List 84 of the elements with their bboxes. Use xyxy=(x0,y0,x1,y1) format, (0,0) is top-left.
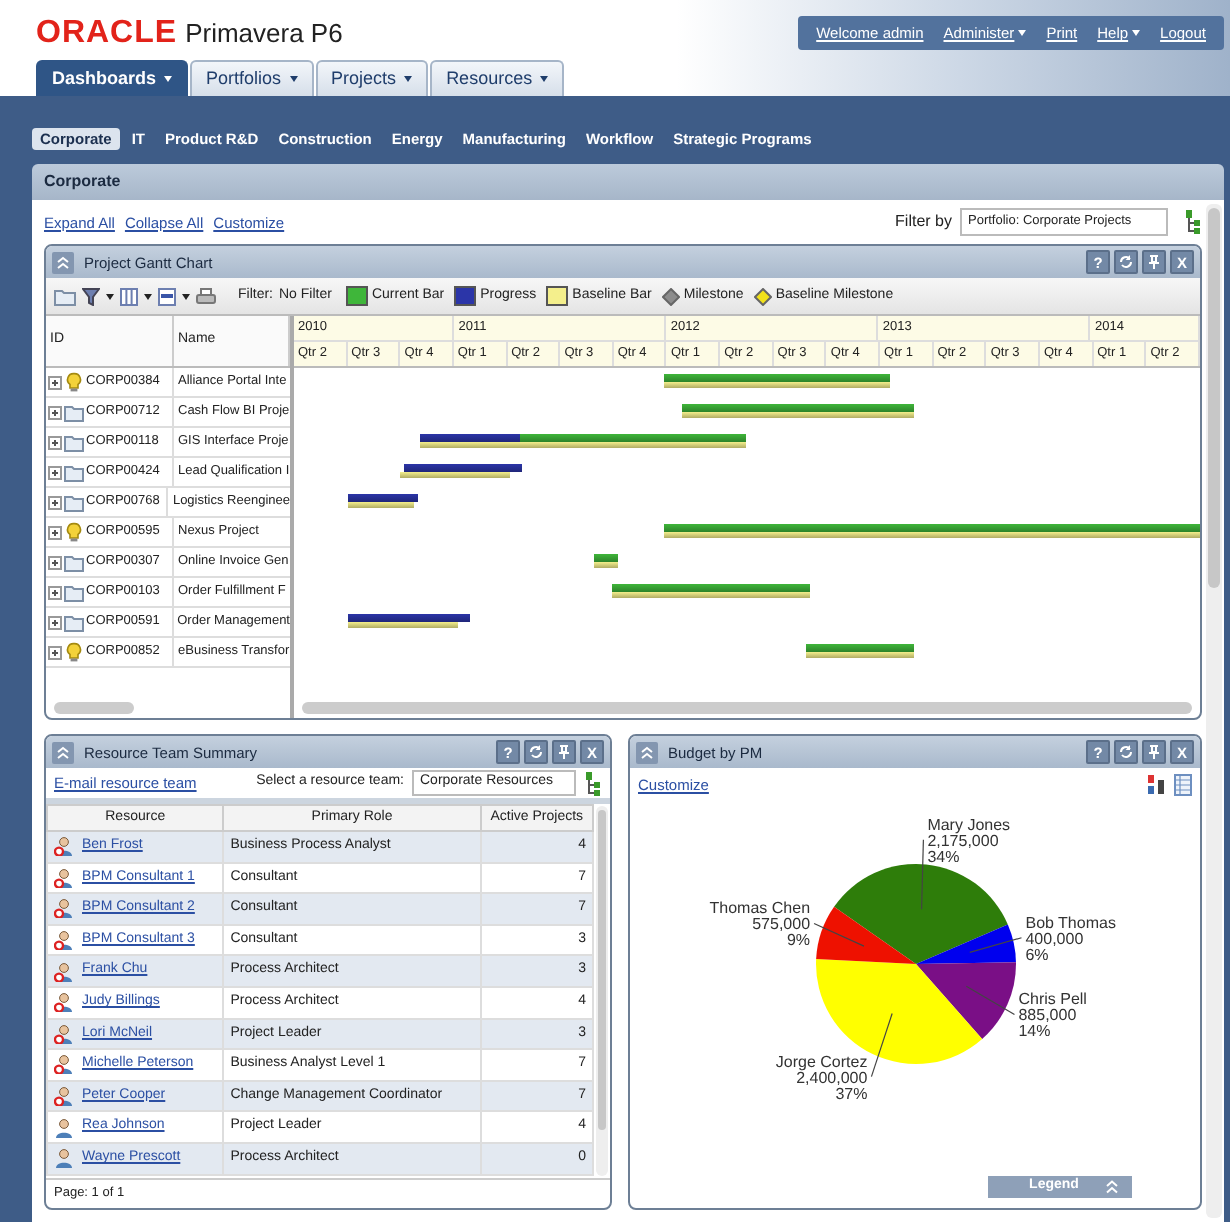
leader-line xyxy=(969,937,1023,954)
person-alert-icon xyxy=(54,898,74,919)
refresh-button[interactable] xyxy=(524,740,548,764)
collapse-icon[interactable] xyxy=(52,741,74,763)
nav-tab[interactable]: Projects xyxy=(315,60,429,97)
data-label: Bob Thomas 400,000 6% xyxy=(1025,913,1116,964)
baseline-bar xyxy=(400,472,511,478)
person-alert-icon xyxy=(54,961,74,982)
nav-tab[interactable]: Dashboards xyxy=(36,60,189,97)
refresh-icon xyxy=(528,744,544,760)
expand-icon[interactable] xyxy=(48,465,62,479)
scrollbar[interactable] xyxy=(1206,204,1222,1218)
person-icon xyxy=(54,1148,74,1169)
pin-button[interactable] xyxy=(1142,250,1166,274)
bars-icon[interactable] xyxy=(158,287,176,305)
filter-icon[interactable] xyxy=(82,287,100,305)
baseline-bar xyxy=(593,562,619,568)
expand-icon[interactable] xyxy=(48,495,62,509)
leader-line xyxy=(870,1012,893,1078)
expand-icon[interactable] xyxy=(48,585,62,599)
caret-icon[interactable] xyxy=(144,293,152,299)
bulb-icon xyxy=(64,642,84,662)
refresh-icon xyxy=(1118,744,1134,760)
pin-icon xyxy=(556,744,572,760)
leader-line xyxy=(965,985,1016,1016)
baseline-bar xyxy=(347,502,415,508)
legend-swatch xyxy=(546,286,569,306)
pin-button[interactable] xyxy=(1142,740,1166,764)
diamond-icon xyxy=(753,287,772,305)
expand-icon[interactable] xyxy=(48,615,62,629)
pin-icon xyxy=(1146,744,1162,760)
leader-line xyxy=(813,922,865,947)
person-alert-icon xyxy=(54,930,74,951)
legend-swatch xyxy=(345,286,368,306)
chart-icon[interactable] xyxy=(1146,774,1166,796)
nav-tab[interactable]: Portfolios xyxy=(190,60,314,97)
hierarchy-icon[interactable] xyxy=(584,771,602,795)
data-label: Thomas Chen 575,000 9% xyxy=(709,899,811,950)
baseline-bar xyxy=(805,652,915,658)
columns-icon[interactable] xyxy=(120,287,138,305)
expand-up-icon xyxy=(1106,1180,1119,1194)
current-bar xyxy=(805,644,915,652)
data-label: Chris Pell 885,000 14% xyxy=(1018,990,1087,1041)
product-name: Primavera P6 xyxy=(185,18,343,50)
expand-icon[interactable] xyxy=(48,405,62,419)
filter-label: Filter by xyxy=(895,212,952,232)
person-alert-icon xyxy=(54,1086,74,1107)
caret-icon[interactable] xyxy=(106,293,114,299)
leader-line xyxy=(921,839,924,910)
hierarchy-icon[interactable] xyxy=(1184,210,1202,234)
data-label: Jorge Cortez 2,400,000 37% xyxy=(775,1052,868,1103)
collapse-icon[interactable] xyxy=(52,251,74,273)
refresh-icon xyxy=(1118,254,1134,270)
diamond-icon xyxy=(661,287,680,305)
person-alert-icon xyxy=(54,1023,74,1044)
expand-icon[interactable] xyxy=(48,645,62,659)
person-alert-icon xyxy=(54,992,74,1013)
scrollbar[interactable] xyxy=(302,701,1192,713)
refresh-button[interactable] xyxy=(1114,740,1138,764)
scrollbar[interactable] xyxy=(54,701,134,713)
current-bar xyxy=(593,554,619,562)
baseline-bar xyxy=(347,622,458,628)
logo-text: ORACLE xyxy=(36,14,178,53)
person-alert-icon xyxy=(54,836,74,857)
pin-icon xyxy=(1146,254,1162,270)
refresh-button[interactable] xyxy=(1114,250,1138,274)
expand-icon[interactable] xyxy=(48,435,62,449)
bulb-icon xyxy=(64,522,84,542)
bulb-icon xyxy=(64,372,84,392)
person-alert-icon xyxy=(54,1054,74,1075)
caret-icon[interactable] xyxy=(182,293,190,299)
print-icon[interactable] xyxy=(196,287,216,305)
expand-icon[interactable] xyxy=(48,375,62,389)
pin-button[interactable] xyxy=(552,740,576,764)
legend-swatch xyxy=(454,286,477,306)
person-alert-icon xyxy=(54,867,74,888)
data-label: Mary Jones 2,175,000 34% xyxy=(927,815,1011,866)
nav-tab[interactable]: Resources xyxy=(430,60,565,97)
expand-icon[interactable] xyxy=(48,555,62,569)
scrollbar[interactable] xyxy=(596,806,608,1176)
expand-icon[interactable] xyxy=(48,525,62,539)
person-icon xyxy=(54,1117,74,1138)
page-heading: Corporate xyxy=(32,164,1224,200)
collapse-icon[interactable] xyxy=(636,741,658,763)
